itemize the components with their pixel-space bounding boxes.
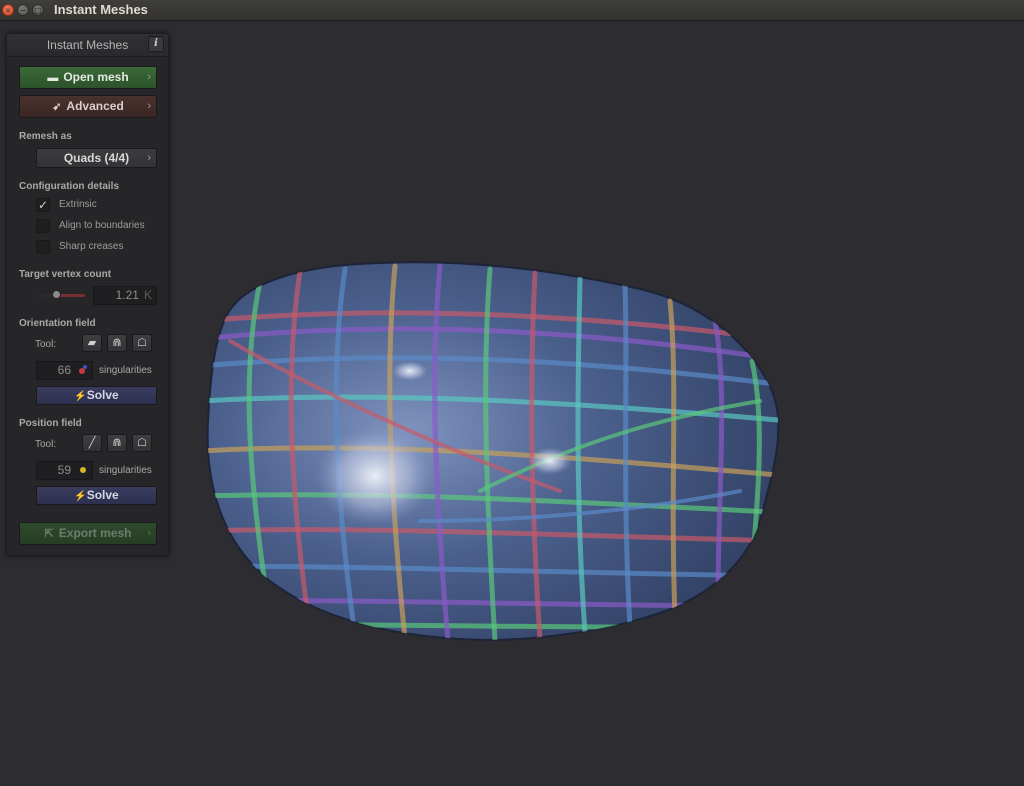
panel-header: Instant Meshes i: [7, 34, 168, 57]
vertex-count-field[interactable]: 1.21 K: [93, 286, 157, 305]
orientation-comb-tool-button[interactable]: ▰: [82, 334, 102, 352]
position-singularities-count: 59: [57, 463, 71, 477]
advanced-label: Advanced: [66, 99, 124, 113]
orientation-singularities-label: singularities: [99, 365, 152, 376]
mesh-highlight: [315, 426, 435, 526]
control-panel: Instant Meshes i ▬ Open mesh › ➶ Advanced …: [6, 33, 169, 556]
rocket-icon: ➶: [52, 101, 62, 113]
position-field-label: Position field: [19, 418, 82, 429]
window-close-button[interactable]: ×: [2, 4, 14, 16]
chevron-right-icon: ›: [147, 152, 151, 164]
position-tool-label: Tool:: [35, 439, 57, 450]
lightning-icon: ⚡: [74, 391, 87, 402]
remesh-type-dropdown[interactable]: Quads (4/4) ›: [36, 148, 157, 168]
window-title: Instant Meshes: [54, 2, 148, 17]
position-magnet-tool-button[interactable]: ⋒: [107, 434, 127, 452]
export-mesh-label: Export mesh: [58, 526, 132, 540]
ghost-icon: ☖: [137, 336, 147, 349]
mesh-highlight-top: [392, 361, 428, 381]
orientation-tool-label: Tool:: [35, 339, 57, 350]
align-to-boundaries-label: Align to boundaries: [59, 220, 145, 231]
align-to-boundaries-checkbox[interactable]: [36, 219, 50, 233]
orientation-solve-label: Solve: [86, 388, 119, 402]
position-solve-button[interactable]: ⚡Solve: [36, 486, 157, 505]
export-mesh-button[interactable]: ⇱ Export mesh ›: [19, 522, 157, 545]
target-vertex-count-label: Target vertex count: [19, 269, 112, 280]
remesh-type-value: Quads (4/4): [63, 151, 130, 165]
window-maximize-button[interactable]: □: [32, 4, 44, 16]
extrinsic-label: Extrinsic: [59, 199, 97, 210]
chevron-right-icon: ›: [147, 71, 151, 83]
window-minimize-button[interactable]: −: [17, 4, 29, 16]
folder-icon: ▬: [47, 72, 59, 84]
magnet-icon: ⋒: [112, 336, 122, 349]
sharp-creases-label: Sharp creases: [59, 241, 124, 252]
lightning-icon: ⚡: [74, 491, 87, 502]
extrinsic-checkbox[interactable]: ✓: [36, 198, 50, 212]
position-solve-label: Solve: [86, 488, 119, 502]
chevron-right-icon: ›: [147, 527, 151, 539]
orientation-field-label: Orientation field: [19, 318, 96, 329]
vertex-count-value: 1.21: [115, 288, 139, 302]
open-mesh-button[interactable]: ▬ Open mesh ›: [19, 66, 157, 89]
panel-title: Instant Meshes: [46, 38, 129, 52]
line-icon: ╱: [88, 436, 96, 449]
comb-icon: ▰: [87, 336, 97, 349]
singularity-yellow-dot-icon: [80, 467, 86, 473]
window-titlebar: × − □ Instant Meshes: [0, 0, 1024, 21]
magnet-icon: ⋒: [112, 436, 122, 449]
singularity-blue-dot-icon: [83, 365, 87, 369]
orientation-magnet-tool-button[interactable]: ⋒: [107, 334, 127, 352]
vertex-count-slider-handle[interactable]: [52, 290, 62, 299]
ghost-icon: ☖: [137, 436, 147, 449]
open-mesh-label: Open mesh: [63, 70, 129, 84]
remesh-as-label: Remesh as: [19, 131, 72, 142]
chevron-right-icon: ›: [147, 100, 151, 112]
position-ghost-tool-button[interactable]: ☖: [132, 434, 152, 452]
mesh-highlight-small: [528, 447, 572, 475]
position-line-tool-button[interactable]: ╱: [82, 434, 102, 452]
configuration-details-label: Configuration details: [19, 181, 119, 192]
sharp-creases-checkbox[interactable]: [36, 240, 50, 254]
position-singularities-label: singularities: [99, 465, 152, 476]
vertex-count-unit: K: [143, 288, 152, 302]
orientation-solve-button[interactable]: ⚡Solve: [36, 386, 157, 405]
advanced-button[interactable]: ➶ Advanced ›: [19, 95, 157, 118]
export-icon: ⇱: [44, 528, 54, 540]
info-button[interactable]: i: [148, 36, 164, 52]
orientation-singularities-count: 66: [57, 363, 71, 377]
orientation-ghost-tool-button[interactable]: ☖: [132, 334, 152, 352]
